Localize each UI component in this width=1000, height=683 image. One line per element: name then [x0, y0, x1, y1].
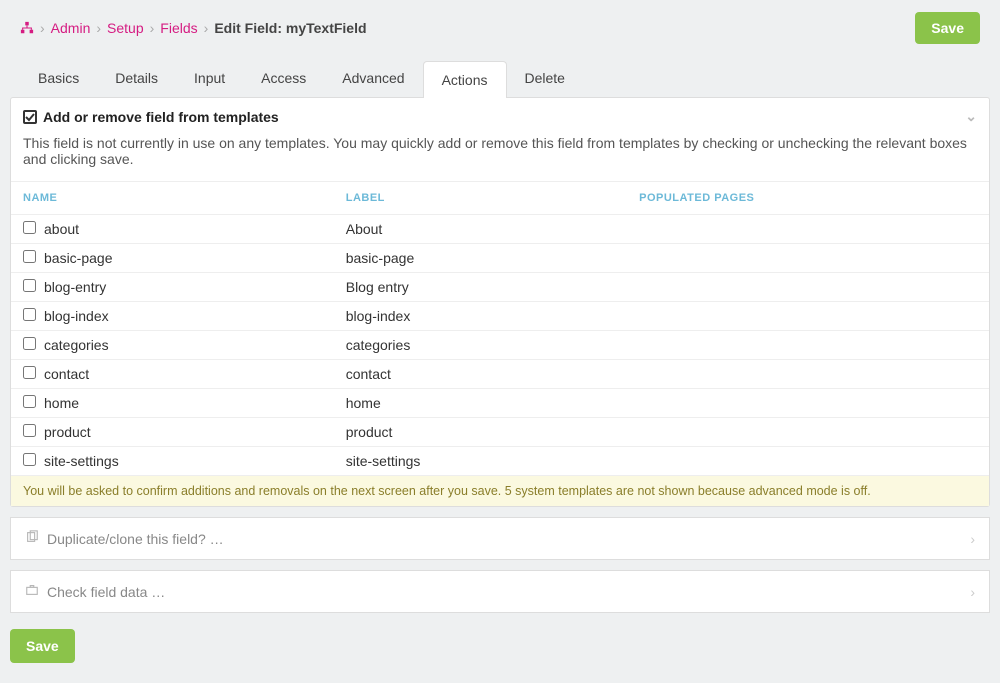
breadcrumb: › Admin › Setup › Fields › Edit Field: m…: [20, 20, 367, 36]
template-checkbox[interactable]: [23, 424, 36, 437]
template-label: About: [334, 215, 627, 244]
table-row: product product: [11, 418, 989, 447]
template-label: product: [334, 418, 627, 447]
table-row: basic-page basic-page: [11, 244, 989, 273]
template-checkbox[interactable]: [23, 221, 36, 234]
template-name: site-settings: [44, 453, 119, 469]
checkdata-label: Check field data …: [47, 584, 165, 600]
template-name: basic-page: [44, 250, 113, 266]
template-checkbox[interactable]: [23, 250, 36, 263]
page-title: Edit Field: myTextField: [214, 20, 366, 36]
template-label: Blog entry: [334, 273, 627, 302]
template-populated: [627, 302, 989, 331]
template-checkbox[interactable]: [23, 366, 36, 379]
template-name: product: [44, 424, 91, 440]
tab-bar: Basics Details Input Access Advanced Act…: [0, 60, 1000, 97]
panel-toggle[interactable]: Add or remove field from templates ⌄: [11, 98, 989, 135]
table-row: categories categories: [11, 331, 989, 360]
briefcase-icon: [25, 583, 39, 600]
template-label: home: [334, 389, 627, 418]
breadcrumb-admin[interactable]: Admin: [51, 20, 91, 36]
table-row: contact contact: [11, 360, 989, 389]
panel-title: Add or remove field from templates: [43, 109, 279, 125]
panel-note: You will be asked to confirm additions a…: [11, 475, 989, 506]
chevron-down-icon: ⌄: [965, 108, 977, 125]
table-row: home home: [11, 389, 989, 418]
template-name: about: [44, 221, 79, 237]
tab-input[interactable]: Input: [176, 60, 243, 97]
col-name: NAME: [11, 182, 334, 215]
breadcrumb-setup[interactable]: Setup: [107, 20, 144, 36]
templates-panel: Add or remove field from templates ⌄ Thi…: [10, 97, 990, 507]
tab-access[interactable]: Access: [243, 60, 324, 97]
template-name: home: [44, 395, 79, 411]
duplicate-label: Duplicate/clone this field? …: [47, 531, 224, 547]
template-name: blog-index: [44, 308, 109, 324]
table-row: site-settings site-settings: [11, 447, 989, 476]
template-label: blog-index: [334, 302, 627, 331]
col-label: LABEL: [334, 182, 627, 215]
template-populated: [627, 273, 989, 302]
table-row: blog-entry Blog entry: [11, 273, 989, 302]
check-field-data-toggle[interactable]: Check field data … ›: [10, 570, 990, 613]
template-name: categories: [44, 337, 109, 353]
tab-advanced[interactable]: Advanced: [324, 60, 422, 97]
template-checkbox[interactable]: [23, 395, 36, 408]
table-row: about About: [11, 215, 989, 244]
chevron-right-icon: ›: [970, 531, 975, 547]
templates-table: NAME LABEL POPULATED PAGES aboutAboutbas…: [11, 181, 989, 475]
template-checkbox[interactable]: [23, 337, 36, 350]
template-name: blog-entry: [44, 279, 106, 295]
template-populated: [627, 244, 989, 273]
duplicate-field-toggle[interactable]: Duplicate/clone this field? … ›: [10, 517, 990, 560]
save-button-bottom[interactable]: Save: [10, 629, 75, 663]
panel-description: This field is not currently in use on an…: [11, 135, 989, 181]
template-label: basic-page: [334, 244, 627, 273]
checkbox-checked-icon: [23, 110, 37, 124]
table-row: blog-index blog-index: [11, 302, 989, 331]
tab-basics[interactable]: Basics: [20, 60, 97, 97]
tab-actions[interactable]: Actions: [423, 61, 507, 98]
template-checkbox[interactable]: [23, 279, 36, 292]
chevron-right-icon: ›: [970, 584, 975, 600]
breadcrumb-fields[interactable]: Fields: [160, 20, 197, 36]
template-label: site-settings: [334, 447, 627, 476]
template-populated: [627, 418, 989, 447]
template-name: contact: [44, 366, 89, 382]
tab-delete[interactable]: Delete: [507, 60, 583, 97]
template-populated: [627, 447, 989, 476]
copy-icon: [25, 530, 39, 547]
tab-details[interactable]: Details: [97, 60, 176, 97]
template-label: contact: [334, 360, 627, 389]
col-populated: POPULATED PAGES: [627, 182, 989, 215]
template-populated: [627, 360, 989, 389]
sitemap-icon[interactable]: [20, 21, 34, 35]
template-populated: [627, 331, 989, 360]
template-checkbox[interactable]: [23, 308, 36, 321]
save-button-top[interactable]: Save: [915, 12, 980, 44]
template-populated: [627, 389, 989, 418]
breadcrumb-sep: ›: [40, 20, 45, 36]
template-checkbox[interactable]: [23, 453, 36, 466]
template-label: categories: [334, 331, 627, 360]
template-populated: [627, 215, 989, 244]
